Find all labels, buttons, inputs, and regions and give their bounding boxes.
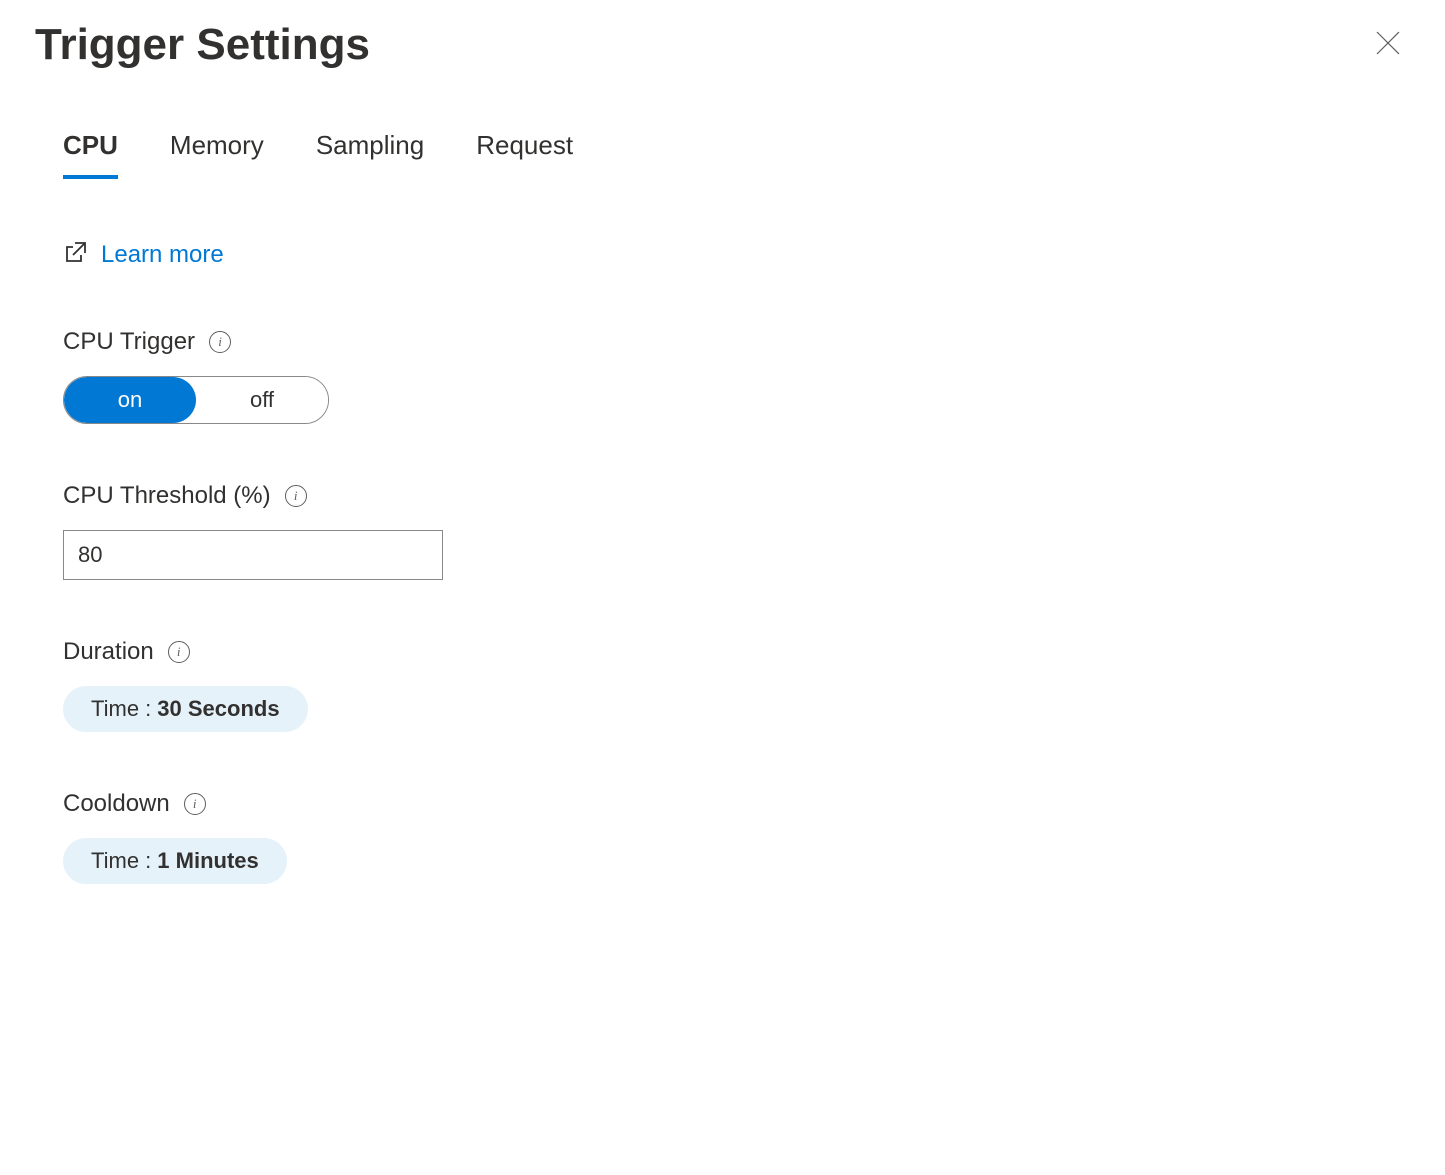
page-title: Trigger Settings: [35, 20, 370, 70]
cpu-threshold-label: CPU Threshold (%): [63, 482, 271, 510]
external-link-icon: [63, 239, 89, 270]
toggle-off[interactable]: off: [196, 377, 328, 423]
cpu-trigger-toggle[interactable]: on off: [63, 376, 329, 424]
tab-request[interactable]: Request: [476, 130, 573, 179]
learn-more-link[interactable]: Learn more: [101, 241, 224, 269]
pill-prefix: Time :: [91, 848, 151, 874]
duration-pill[interactable]: Time : 30 Seconds: [63, 686, 308, 732]
cooldown-field: Cooldown i Time : 1 Minutes: [63, 790, 1410, 884]
close-icon: [1374, 29, 1402, 62]
pill-value: 1 Minutes: [157, 848, 258, 874]
close-button[interactable]: [1366, 21, 1410, 70]
cpu-trigger-label: CPU Trigger: [63, 328, 195, 356]
info-icon[interactable]: i: [184, 793, 206, 815]
cpu-threshold-field: CPU Threshold (%) i: [63, 482, 1410, 580]
tab-memory[interactable]: Memory: [170, 130, 264, 179]
pill-value: 30 Seconds: [157, 696, 279, 722]
tab-sampling[interactable]: Sampling: [316, 130, 424, 179]
cooldown-label: Cooldown: [63, 790, 170, 818]
tabs: CPU Memory Sampling Request: [63, 130, 1410, 179]
info-icon[interactable]: i: [209, 331, 231, 353]
duration-field: Duration i Time : 30 Seconds: [63, 638, 1410, 732]
toggle-on[interactable]: on: [64, 377, 196, 423]
info-icon[interactable]: i: [285, 485, 307, 507]
duration-label: Duration: [63, 638, 154, 666]
cpu-threshold-input[interactable]: [63, 530, 443, 580]
info-icon[interactable]: i: [168, 641, 190, 663]
pill-prefix: Time :: [91, 696, 151, 722]
tab-cpu[interactable]: CPU: [63, 130, 118, 179]
cpu-trigger-field: CPU Trigger i on off: [63, 328, 1410, 424]
cooldown-pill[interactable]: Time : 1 Minutes: [63, 838, 287, 884]
